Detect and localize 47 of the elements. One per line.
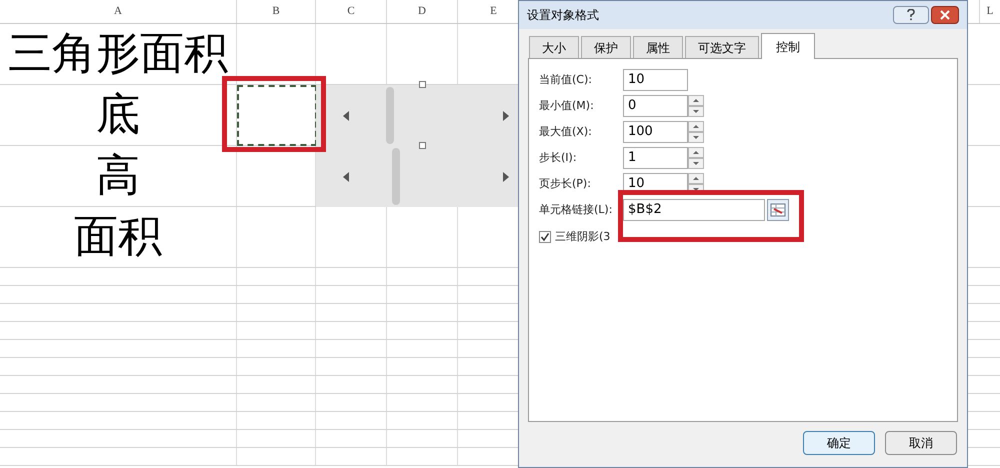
column-header[interactable]: A <box>114 3 122 20</box>
spin-arrows-icon[interactable] <box>688 121 704 143</box>
value-field[interactable]: 10 <box>623 69 688 91</box>
cell-text: 面积 <box>74 215 162 259</box>
cell-text: 高 <box>96 154 140 198</box>
scroll-thumb[interactable] <box>392 148 400 205</box>
checkbox-label: 三维阴影(3 <box>555 229 610 245</box>
cell-text: 三角形面积 <box>8 32 228 76</box>
column-header[interactable]: L <box>986 3 994 20</box>
left-arrow-icon[interactable] <box>343 172 349 182</box>
right-arrow-icon[interactable] <box>503 172 509 182</box>
dialog-tab[interactable]: 可选文字 <box>685 36 759 58</box>
column-header[interactable]: D <box>418 3 426 20</box>
dialog-tab[interactable]: 控制 <box>761 33 815 59</box>
dialog-button[interactable]: 取消 <box>885 431 957 455</box>
column-header[interactable]: C <box>347 3 355 20</box>
value-field[interactable]: 100 <box>623 121 688 143</box>
dialog-button[interactable]: 确定 <box>803 431 875 455</box>
close-button[interactable] <box>931 6 959 24</box>
help-button[interactable] <box>893 6 929 24</box>
dialog-tab[interactable]: 保护 <box>581 36 631 58</box>
right-arrow-icon[interactable] <box>503 110 509 120</box>
field-label: 最小值(M): <box>539 98 595 114</box>
selection-handle[interactable] <box>419 81 426 88</box>
column-header[interactable]: B <box>272 3 280 20</box>
selection-handle[interactable] <box>419 142 426 149</box>
left-arrow-icon[interactable] <box>343 110 349 120</box>
field-label: 最大值(X): <box>539 124 593 140</box>
window-title: 设置对象格式 <box>527 7 599 24</box>
value-field[interactable]: 0 <box>623 95 688 117</box>
help-icon <box>907 9 915 21</box>
cell-text: 底 <box>96 93 140 137</box>
spin-arrows-icon[interactable] <box>688 95 704 117</box>
checkbox[interactable] <box>539 231 551 244</box>
field-label: 单元格链接(L): <box>539 202 614 218</box>
value-field[interactable]: 1 <box>623 147 688 169</box>
dialog-tab[interactable]: 属性 <box>633 36 683 58</box>
field-label: 步长(I): <box>539 150 578 166</box>
dialog-tab[interactable]: 大小 <box>529 36 579 58</box>
cell-link-field[interactable]: $B$2 <box>623 199 765 221</box>
field-label: 页步长(P): <box>539 176 592 192</box>
range-picker-icon[interactable] <box>767 199 789 221</box>
close-icon <box>940 10 950 20</box>
scroll-thumb[interactable] <box>386 87 394 144</box>
spin-arrows-icon[interactable] <box>688 147 704 169</box>
field-label: 当前值(C): <box>539 72 593 88</box>
column-header[interactable]: E <box>490 3 497 20</box>
